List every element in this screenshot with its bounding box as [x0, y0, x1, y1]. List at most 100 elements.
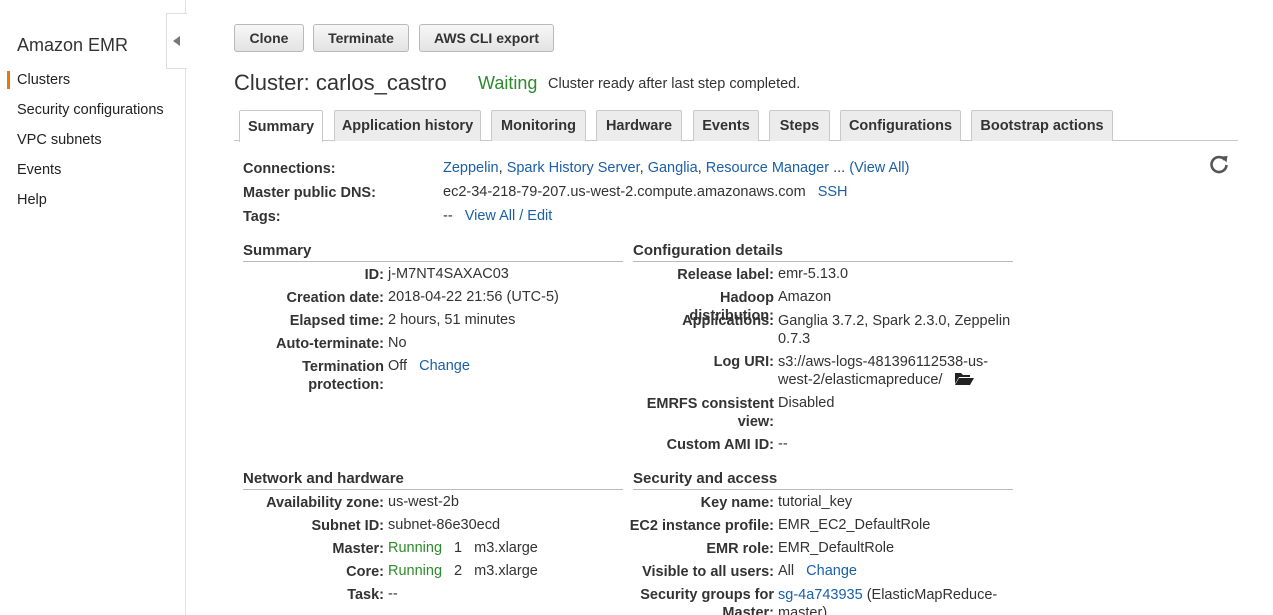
- connection-link-zeppelin[interactable]: Zeppelin: [443, 160, 499, 176]
- availability-zone-value: us-west-2b: [388, 494, 459, 510]
- tab-events[interactable]: Events: [693, 110, 759, 141]
- key-name-label: Key name:: [700, 495, 774, 511]
- visible-to-all-users-label: Visible to all users:: [642, 564, 774, 580]
- caret-left-icon: [173, 36, 180, 46]
- auto-terminate-label: Auto-terminate:: [276, 336, 384, 352]
- refresh-icon[interactable]: [1208, 153, 1230, 175]
- tab-application-history[interactable]: Application history: [334, 110, 481, 141]
- tags-view-edit-link[interactable]: View All / Edit: [465, 208, 553, 224]
- terminate-button[interactable]: Terminate: [313, 24, 409, 52]
- master-dns-value: ec2-34-218-79-207.us-west-2.compute.amaz…: [443, 184, 806, 200]
- security-group-name-line1: (ElasticMapReduce-: [866, 587, 998, 603]
- termination-protection-change-link[interactable]: Change: [419, 358, 470, 374]
- core-count: 2: [454, 563, 463, 579]
- tags-row: -- View All / Edit: [443, 208, 552, 224]
- creation-date-label: Creation date:: [286, 290, 385, 306]
- task-label: Task:: [347, 587, 384, 603]
- cluster-status-description: Cluster ready after last step completed.: [548, 76, 801, 92]
- master-label: Master:: [332, 541, 384, 557]
- aws-cli-export-button[interactable]: AWS CLI export: [419, 24, 554, 52]
- master-status: Running: [388, 540, 443, 556]
- ssh-link[interactable]: SSH: [818, 184, 848, 200]
- log-uri-value-line1: s3://aws-logs-481396112538-us-: [778, 354, 989, 370]
- tab-configurations[interactable]: Configurations: [840, 110, 961, 141]
- connection-link-resource-manager[interactable]: Resource Manager: [706, 160, 829, 176]
- sidebar-item-help[interactable]: Help: [0, 190, 186, 220]
- sidebar-item-clusters[interactable]: Clusters: [0, 70, 186, 100]
- connection-link-ganglia[interactable]: Ganglia: [648, 160, 698, 176]
- master-dns-row: ec2-34-218-79-207.us-west-2.compute.amaz…: [443, 184, 848, 200]
- visible-to-all-users-change-link[interactable]: Change: [806, 563, 857, 579]
- security-group-name-line2: master): [778, 605, 828, 615]
- cluster-title: Cluster: carlos_castro: [234, 70, 447, 95]
- visible-to-all-users-row: All Change: [778, 563, 857, 579]
- network-hardware-heading: Network and hardware: [243, 470, 623, 490]
- subnet-id-link[interactable]: subnet-86e30ecd: [388, 517, 500, 533]
- applications-value-line1: Ganglia 3.7.2, Spark 2.3.0, Zeppelin: [778, 313, 1011, 329]
- security-groups-master-value: sg-4a743935 (ElasticMapReduce- master): [778, 586, 997, 615]
- security-groups-label-line2: Master:: [722, 605, 774, 615]
- elapsed-time-value: 2 hours, 51 minutes: [388, 312, 516, 328]
- termination-protection-label: Termination protection:: [243, 358, 384, 394]
- tab-monitoring[interactable]: Monitoring: [491, 110, 586, 141]
- applications-label: Applications:: [682, 313, 774, 329]
- brand-title: Amazon EMR: [17, 35, 129, 55]
- tab-summary[interactable]: Summary: [239, 110, 323, 142]
- connections-label: Connections:: [243, 161, 336, 177]
- emrfs-label-line2: view:: [737, 414, 774, 430]
- master-count: 1: [454, 540, 463, 556]
- task-value: --: [388, 586, 398, 602]
- core-label: Core:: [346, 564, 384, 580]
- log-uri-label: Log URI:: [713, 354, 774, 370]
- emrfs-consistent-view-value: Disabled: [778, 395, 835, 411]
- master-row: Running 1 m3.xlarge: [388, 540, 538, 556]
- folder-open-icon[interactable]: [954, 371, 975, 386]
- master-instance-type: m3.xlarge: [474, 540, 538, 556]
- release-label-label: Release label:: [677, 267, 774, 283]
- security-group-link[interactable]: sg-4a743935: [778, 587, 863, 603]
- sidebar-item-events[interactable]: Events: [0, 160, 186, 190]
- clone-button[interactable]: Clone: [234, 24, 304, 52]
- subnet-id-label: Subnet ID:: [311, 518, 385, 534]
- tab-hardware[interactable]: Hardware: [596, 110, 682, 141]
- view-all-connections-link[interactable]: (View All): [849, 160, 909, 176]
- sidebar-nav: Clusters Security configurations VPC sub…: [0, 70, 186, 220]
- emr-role-label: EMR role:: [706, 541, 774, 557]
- key-name-value: tutorial_key: [778, 494, 853, 510]
- security-groups-master-label: Security groups for Master:: [618, 586, 774, 615]
- hadoop-distribution-value: Amazon: [778, 289, 832, 305]
- cluster-id-value: j-M7NT4SAXAC03: [388, 266, 509, 282]
- elapsed-time-label: Elapsed time:: [289, 313, 384, 329]
- availability-zone-label: Availability zone:: [266, 495, 384, 511]
- tags-value: --: [443, 208, 453, 224]
- tab-bootstrap-actions[interactable]: Bootstrap actions: [971, 110, 1113, 141]
- ec2-instance-profile-label: EC2 instance profile:: [629, 518, 774, 534]
- sidebar-item-vpc-subnets[interactable]: VPC subnets: [0, 130, 186, 160]
- sidebar-item-security-configurations[interactable]: Security configurations: [0, 100, 186, 130]
- applications-value-line2: 0.7.3: [778, 331, 811, 347]
- custom-ami-id-label: Custom AMI ID:: [666, 437, 774, 453]
- emr-role-value: EMR_DefaultRole: [778, 540, 895, 556]
- release-label-value: emr-5.13.0: [778, 266, 849, 282]
- applications-value: Ganglia 3.7.2, Spark 2.3.0, Zeppelin 0.7…: [778, 312, 1010, 348]
- auto-terminate-value: No: [388, 335, 407, 351]
- tags-label: Tags:: [243, 209, 281, 225]
- connections-list: Zeppelin, Spark History Server, Ganglia,…: [443, 160, 910, 176]
- configuration-details-heading: Configuration details: [633, 242, 1013, 262]
- master-dns-label: Master public DNS:: [243, 185, 376, 201]
- collapse-sidebar-button[interactable]: [166, 13, 187, 69]
- security-access-heading: Security and access: [633, 470, 1013, 490]
- tab-bar: Summary Application history Monitoring H…: [234, 110, 1238, 142]
- custom-ami-id-value: --: [778, 436, 788, 452]
- ec2-instance-profile-value: EMR_EC2_DefaultRole: [778, 517, 931, 533]
- emrfs-consistent-view-label: EMRFS consistent view:: [633, 395, 774, 431]
- cluster-id-label: ID:: [364, 267, 384, 283]
- summary-heading: Summary: [243, 242, 623, 262]
- tab-steps[interactable]: Steps: [769, 110, 830, 141]
- cluster-status: Waiting: [478, 73, 538, 93]
- connection-link-spark-history-server[interactable]: Spark History Server: [507, 160, 640, 176]
- security-groups-line1: sg-4a743935 (ElasticMapReduce-: [778, 586, 997, 604]
- core-instance-type: m3.xlarge: [474, 563, 538, 579]
- core-row: Running 2 m3.xlarge: [388, 563, 538, 579]
- log-uri-value-line2-row: west-2/elasticmapreduce/: [778, 371, 988, 389]
